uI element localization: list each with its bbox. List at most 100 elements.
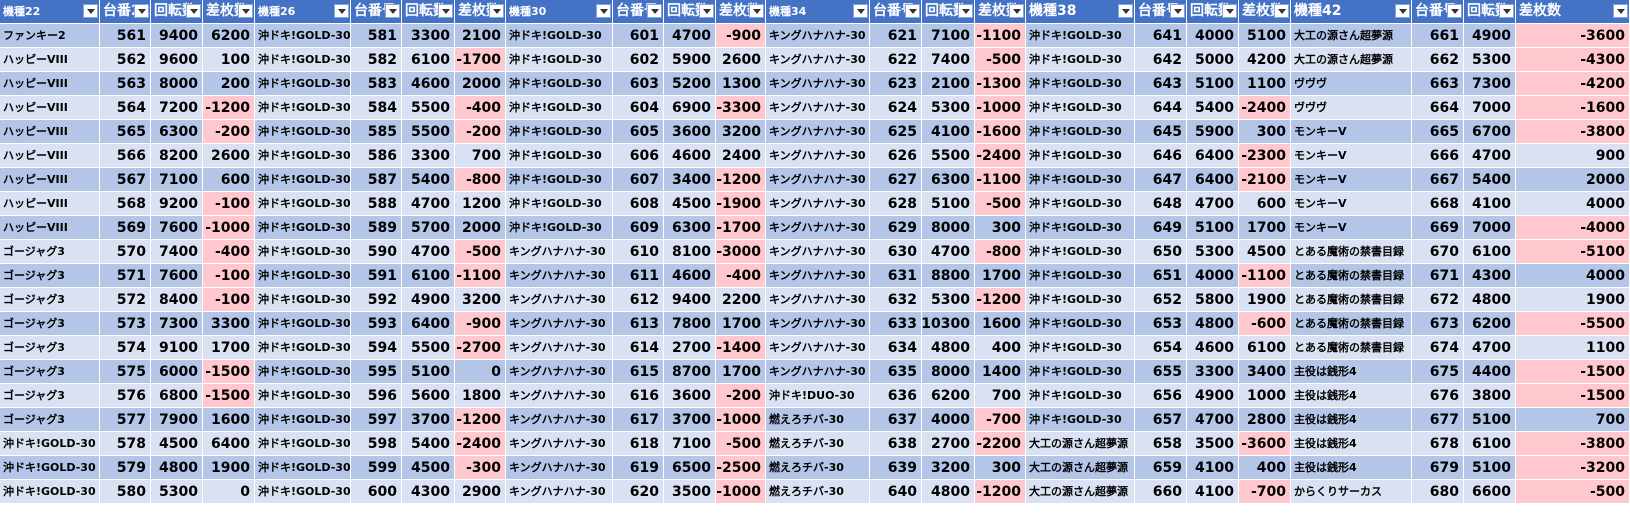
payout-diff-cell[interactable]: -1000 [203, 216, 255, 240]
machine-name-cell[interactable]: モンキーV [1291, 216, 1412, 240]
spin-count-cell[interactable]: 7100 [922, 24, 975, 48]
machine-name-cell[interactable]: モンキーV [1291, 144, 1412, 168]
column-header[interactable]: 台番号 [1412, 0, 1464, 24]
machine-number-cell[interactable]: 572 [100, 288, 151, 312]
machine-number-cell[interactable]: 624 [870, 96, 922, 120]
machine-name-cell[interactable]: 沖ドキ!GOLD-30 [1026, 408, 1135, 432]
machine-name-cell[interactable]: キングハナハナ-30 [766, 336, 870, 360]
payout-diff-cell[interactable]: -1500 [1516, 384, 1630, 408]
machine-number-cell[interactable]: 596 [351, 384, 402, 408]
payout-diff-cell[interactable]: 0 [203, 480, 255, 504]
payout-diff-cell[interactable]: -3300 [716, 96, 766, 120]
payout-diff-cell[interactable]: 600 [1239, 192, 1291, 216]
machine-number-cell[interactable]: 677 [1412, 408, 1464, 432]
spin-count-cell[interactable]: 4700 [1187, 192, 1239, 216]
spin-count-cell[interactable]: 4600 [664, 144, 716, 168]
machine-number-cell[interactable]: 630 [870, 240, 922, 264]
machine-name-cell[interactable]: とある魔術の禁書目録 [1291, 336, 1412, 360]
filter-dropdown-icon[interactable] [1274, 4, 1289, 18]
column-header[interactable]: 台番22 [100, 0, 151, 24]
machine-number-cell[interactable]: 606 [613, 144, 664, 168]
machine-name-cell[interactable]: 沖ドキ!GOLD-30 [255, 288, 351, 312]
machine-name-cell[interactable]: 沖ドキ!GOLD-30 [255, 24, 351, 48]
machine-number-cell[interactable]: 658 [1135, 432, 1187, 456]
payout-diff-cell[interactable]: 2200 [716, 288, 766, 312]
spin-count-cell[interactable]: 6400 [402, 312, 455, 336]
machine-number-cell[interactable]: 578 [100, 432, 151, 456]
spin-count-cell[interactable]: 4100 [922, 120, 975, 144]
filter-dropdown-icon[interactable] [334, 4, 349, 18]
payout-diff-cell[interactable]: -100 [203, 192, 255, 216]
machine-name-cell[interactable]: 主役は銭形4 [1291, 456, 1412, 480]
payout-diff-cell[interactable]: 1100 [1239, 72, 1291, 96]
payout-diff-cell[interactable]: -200 [455, 120, 506, 144]
column-header[interactable]: 機種30 [506, 0, 613, 24]
machine-name-cell[interactable]: キングハナハナ-30 [506, 288, 613, 312]
column-header[interactable]: 回転数 [1464, 0, 1516, 24]
payout-diff-cell[interactable]: 1700 [975, 264, 1026, 288]
machine-name-cell[interactable]: 沖ドキ!GOLD-30 [1026, 24, 1135, 48]
spin-count-cell[interactable]: 7100 [151, 168, 203, 192]
filter-dropdown-icon[interactable] [186, 4, 201, 18]
spin-count-cell[interactable]: 5700 [402, 216, 455, 240]
machine-name-cell[interactable]: 沖ドキ!GOLD-30 [506, 96, 613, 120]
machine-number-cell[interactable]: 669 [1412, 216, 1464, 240]
machine-number-cell[interactable]: 583 [351, 72, 402, 96]
machine-name-cell[interactable]: ハッピーVIII [0, 216, 100, 240]
machine-name-cell[interactable]: キングハナハナ-30 [506, 432, 613, 456]
payout-diff-cell[interactable]: 6200 [203, 24, 255, 48]
spin-count-cell[interactable]: 9400 [664, 288, 716, 312]
spin-count-cell[interactable]: 6300 [151, 120, 203, 144]
machine-name-cell[interactable]: 沖ドキ!GOLD-30 [255, 168, 351, 192]
machine-name-cell[interactable]: 沖ドキ!GOLD-30 [1026, 120, 1135, 144]
machine-name-cell[interactable]: ゴージャグ3 [0, 336, 100, 360]
machine-number-cell[interactable]: 612 [613, 288, 664, 312]
machine-number-cell[interactable]: 593 [351, 312, 402, 336]
spin-count-cell[interactable]: 6300 [922, 168, 975, 192]
machine-number-cell[interactable]: 636 [870, 384, 922, 408]
filter-dropdown-icon[interactable] [1222, 4, 1237, 18]
payout-diff-cell[interactable]: 300 [1239, 120, 1291, 144]
machine-name-cell[interactable]: 沖ドキ!GOLD-30 [1026, 144, 1135, 168]
machine-name-cell[interactable]: キングハナハナ-30 [766, 168, 870, 192]
spin-count-cell[interactable]: 3700 [664, 408, 716, 432]
machine-number-cell[interactable]: 637 [870, 408, 922, 432]
payout-diff-cell[interactable]: -3600 [1516, 24, 1630, 48]
machine-number-cell[interactable]: 608 [613, 192, 664, 216]
payout-diff-cell[interactable]: 300 [975, 456, 1026, 480]
machine-name-cell[interactable]: モンキーV [1291, 168, 1412, 192]
filter-dropdown-icon[interactable] [1009, 4, 1024, 18]
machine-number-cell[interactable]: 646 [1135, 144, 1187, 168]
machine-name-cell[interactable]: 燃えろチバ-30 [766, 480, 870, 504]
machine-number-cell[interactable]: 585 [351, 120, 402, 144]
spin-count-cell[interactable]: 7600 [151, 216, 203, 240]
payout-diff-cell[interactable]: -2400 [455, 432, 506, 456]
machine-number-cell[interactable]: 595 [351, 360, 402, 384]
spin-count-cell[interactable]: 4800 [922, 480, 975, 504]
payout-diff-cell[interactable]: 1200 [455, 192, 506, 216]
column-header[interactable]: 回転数 [151, 0, 203, 24]
spin-count-cell[interactable]: 7100 [664, 432, 716, 456]
machine-number-cell[interactable]: 648 [1135, 192, 1187, 216]
machine-name-cell[interactable]: キングハナハナ-30 [506, 312, 613, 336]
spin-count-cell[interactable]: 5300 [151, 480, 203, 504]
payout-diff-cell[interactable]: 700 [1516, 408, 1630, 432]
spin-count-cell[interactable]: 6000 [151, 360, 203, 384]
payout-diff-cell[interactable]: -900 [455, 312, 506, 336]
payout-diff-cell[interactable]: 3200 [455, 288, 506, 312]
spin-count-cell[interactable]: 6100 [1464, 240, 1516, 264]
machine-name-cell[interactable]: 沖ドキ!GOLD-30 [1026, 360, 1135, 384]
machine-number-cell[interactable]: 604 [613, 96, 664, 120]
spin-count-cell[interactable]: 5800 [1187, 288, 1239, 312]
machine-number-cell[interactable]: 591 [351, 264, 402, 288]
machine-name-cell[interactable]: 沖ドキ!GOLD-30 [506, 168, 613, 192]
payout-diff-cell[interactable]: -400 [716, 264, 766, 288]
machine-number-cell[interactable]: 653 [1135, 312, 1187, 336]
machine-number-cell[interactable]: 618 [613, 432, 664, 456]
machine-name-cell[interactable]: 沖ドキ!GOLD-30 [506, 120, 613, 144]
machine-name-cell[interactable]: 沖ドキ!GOLD-30 [255, 72, 351, 96]
payout-diff-cell[interactable]: 900 [1516, 144, 1630, 168]
machine-name-cell[interactable]: 沖ドキ!GOLD-30 [255, 360, 351, 384]
payout-diff-cell[interactable]: 1400 [975, 360, 1026, 384]
spin-count-cell[interactable]: 8100 [664, 240, 716, 264]
